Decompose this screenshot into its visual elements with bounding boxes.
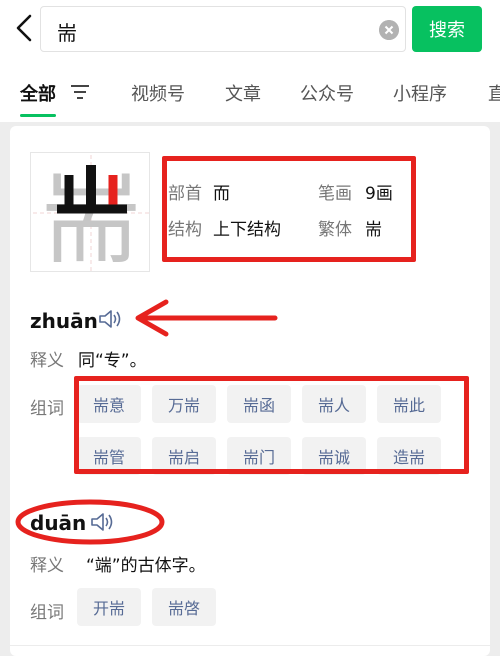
search-button[interactable]: 搜索: [412, 6, 482, 52]
word-chip[interactable]: 开耑: [77, 588, 141, 626]
search-query-text: 耑: [57, 21, 77, 45]
definition-label: 释义: [30, 351, 64, 371]
character-glyph: 耑: [30, 152, 150, 272]
filter-icon[interactable]: [70, 83, 90, 101]
tab-all[interactable]: 全部: [20, 80, 56, 106]
speaker-icon[interactable]: [98, 309, 124, 329]
definition-text: 同“专”。: [78, 351, 147, 371]
active-tab-indicator: [20, 114, 56, 117]
tab-articles[interactable]: 文章: [225, 80, 261, 106]
category-tabs: 全部 视频号 文章 公众号 小程序 直: [0, 60, 500, 122]
clear-icon[interactable]: [379, 20, 399, 40]
words-label: 组词: [30, 603, 64, 623]
tab-channels[interactable]: 视频号: [131, 80, 185, 106]
tab-official-accounts[interactable]: 公众号: [300, 80, 354, 106]
annotation-arrow: [135, 299, 278, 337]
top-bar: 耑 搜索: [0, 0, 500, 60]
dictionary-card: 耑 部首 而 笔画 9画 结构 上下结构 繁体 耑 zhuān 释义 同“专”。…: [10, 126, 490, 656]
definition-label: 释义: [30, 556, 64, 576]
tab-live[interactable]: 直: [488, 80, 500, 106]
search-input[interactable]: 耑: [40, 6, 406, 52]
speaker-icon[interactable]: [90, 512, 116, 532]
tab-mini-programs[interactable]: 小程序: [393, 80, 447, 106]
word-chip[interactable]: 耑啓: [152, 588, 216, 626]
annotation-box-info: [162, 156, 416, 262]
annotation-box-words: [74, 376, 469, 474]
pinyin-reading-2: duān: [30, 511, 87, 535]
definition-text: “端”的古体字。: [86, 556, 206, 576]
pinyin-reading-1: zhuān: [30, 309, 98, 333]
back-icon[interactable]: [12, 12, 36, 44]
divider: [10, 645, 490, 646]
stroke-order-glyph: 耑: [33, 155, 149, 271]
words-label: 组词: [30, 399, 64, 419]
